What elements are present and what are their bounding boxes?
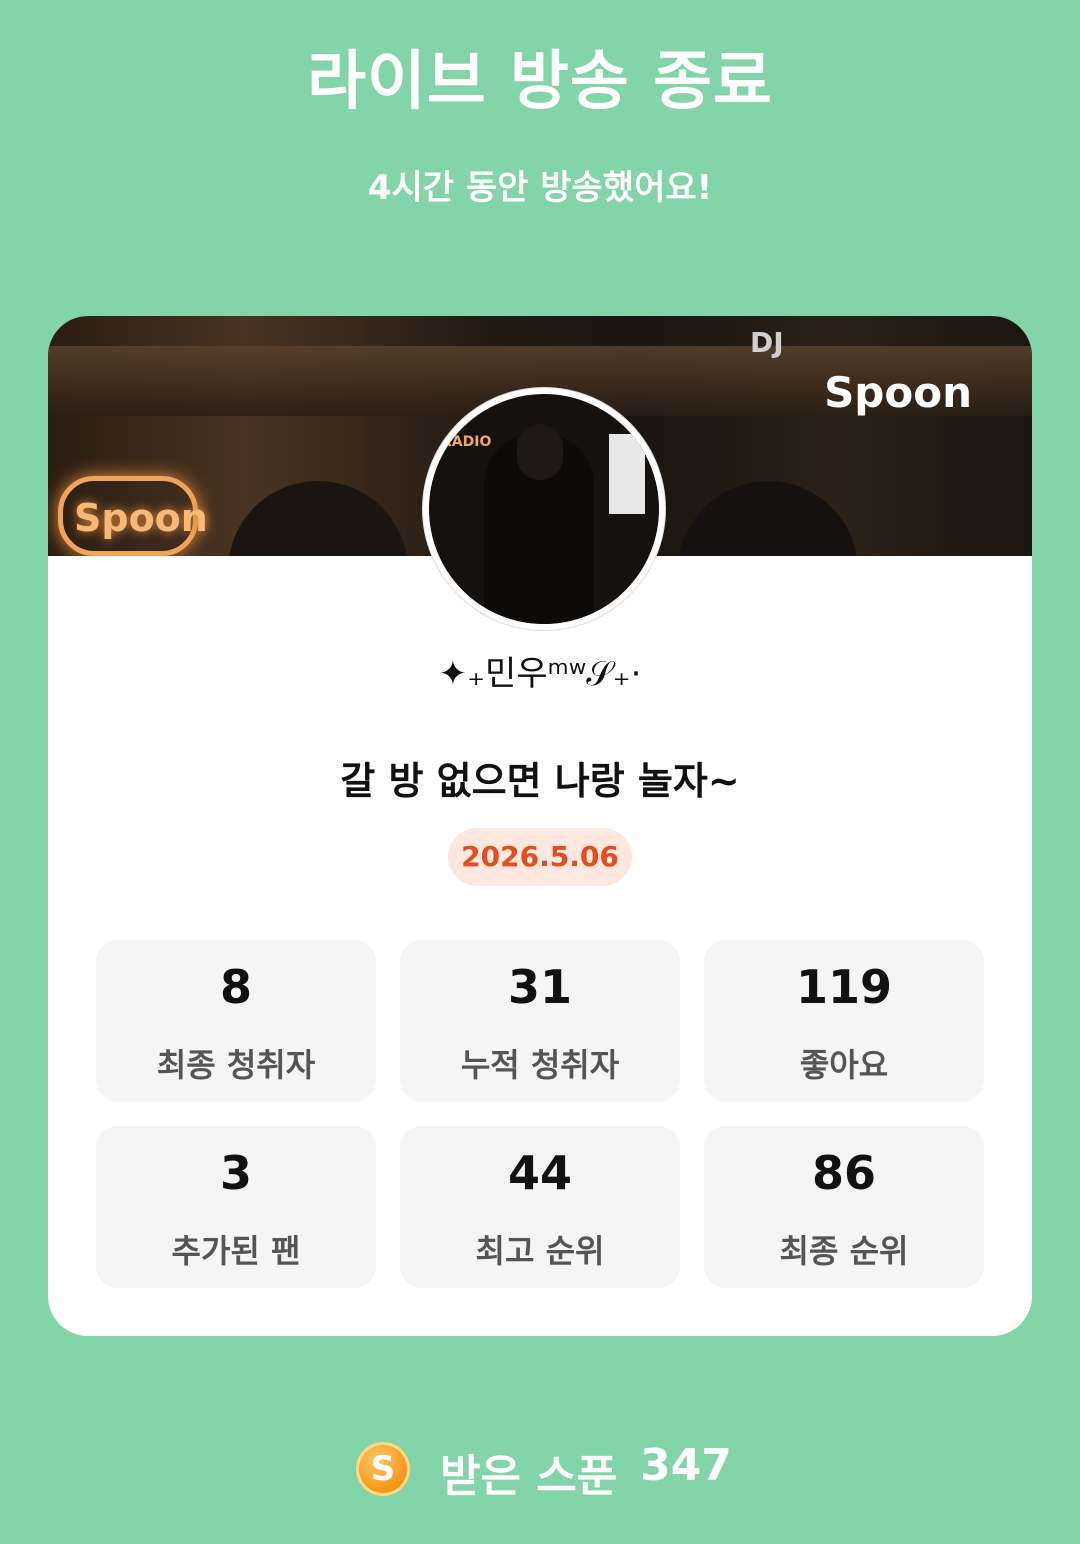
received-spoons: S 받은 스푼 347 [0,1438,1080,1502]
stat-label: 최종 청취자 [156,1046,316,1084]
page-subtitle: 4시간 동안 방송했어요! [367,168,713,208]
stat-value: 31 [507,960,572,1014]
stat-label: 누적 청취자 [460,1046,620,1084]
avatar-head [517,424,563,480]
stat-label: 추가된 팬 [171,1232,301,1270]
banner-figure [678,481,858,556]
avatar-radio-text: RADIO [441,434,492,450]
spoon-coin-icon: S [356,1442,410,1496]
neon-sign-text: Spoon [74,496,208,540]
stat-final-listeners: 8 최종 청취자 [96,940,376,1102]
broadcast-date-badge: 2026.5.06 [448,828,632,886]
banner-figure-left [228,481,408,556]
stat-total-listeners: 31 누적 청취자 [400,940,680,1102]
stat-value: 86 [811,1146,876,1200]
received-spoons-count: 347 [640,1440,732,1491]
stat-value: 8 [219,960,252,1014]
live-title: 갈 방 없으면 나랑 놀자~ [340,759,740,803]
banner-dj-text: DJ [750,326,784,359]
stat-label: 최종 순위 [779,1232,909,1270]
dj-nickname: ✦₊민우ᵐʷ𝒮₊· [438,654,642,694]
stat-value: 119 [795,960,893,1014]
stat-new-fans: 3 추가된 팬 [96,1126,376,1288]
avatar-screen [609,434,645,514]
stat-likes: 119 좋아요 [704,940,984,1102]
spoon-logo: Spoon [824,368,972,417]
stat-value: 44 [507,1146,572,1200]
broadcast-summary-card: Spoon DJ Spoon RADIO ✦₊민우ᵐʷ𝒮₊· 갈 방 없으면 나… [48,316,1032,1336]
avatar[interactable]: RADIO [423,388,665,630]
stat-final-rank: 86 최종 순위 [704,1126,984,1288]
stat-value: 3 [219,1146,252,1200]
stat-label: 좋아요 [799,1046,889,1084]
stat-label: 최고 순위 [475,1232,605,1270]
stat-best-rank: 44 최고 순위 [400,1126,680,1288]
page-title: 라이브 방송 종료 [307,45,773,119]
received-spoons-label: 받은 스푼 [440,1451,618,1502]
